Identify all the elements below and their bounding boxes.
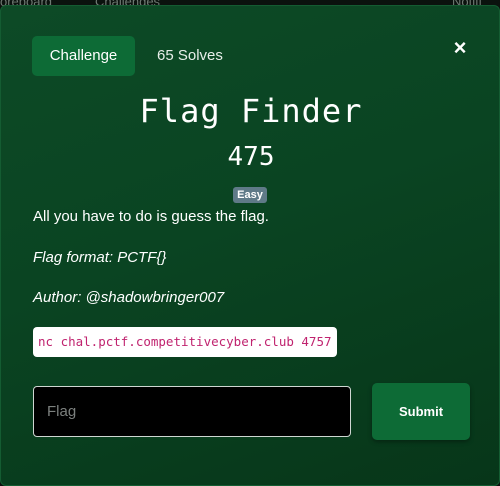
challenge-modal: Challenge 65 Solves × Flag Finder 475 Ea… <box>0 5 500 486</box>
tab-solves[interactable]: 65 Solves <box>157 36 223 76</box>
flag-input[interactable] <box>33 386 351 437</box>
close-icon[interactable]: × <box>448 36 472 60</box>
connection-command: nc chal.pctf.competitivecyber.club 4757 <box>33 327 337 357</box>
difficulty-badge: Easy <box>233 187 267 203</box>
flag-format-text: Flag format: PCTF{} <box>33 249 167 266</box>
submit-button[interactable]: Submit <box>372 383 470 440</box>
challenge-description: All you have to do is guess the flag. <box>33 208 269 225</box>
challenge-name: Flag Finder <box>139 92 363 130</box>
author-text: Author: @shadowbringer007 <box>33 289 225 306</box>
challenge-value: 475 <box>227 142 275 172</box>
tab-challenge[interactable]: Challenge <box>32 36 135 76</box>
